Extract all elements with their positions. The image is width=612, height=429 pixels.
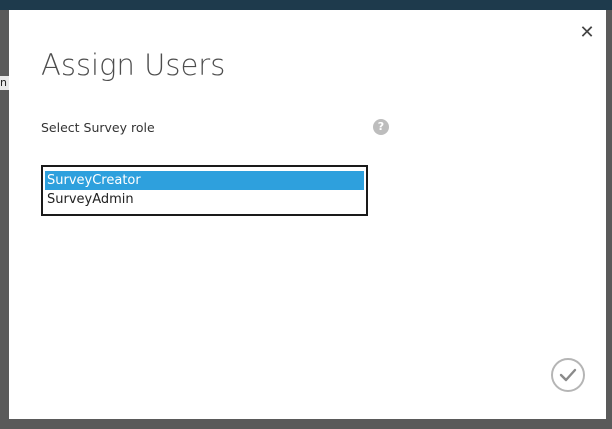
- survey-role-label: Select Survey role: [41, 120, 155, 135]
- help-icon[interactable]: ?: [373, 119, 389, 135]
- role-option-surveyadmin[interactable]: SurveyAdmin: [45, 190, 364, 209]
- dialog-title: Assign Users: [41, 48, 226, 82]
- top-bar: [0, 0, 612, 10]
- checkmark-icon: [559, 368, 577, 382]
- assign-users-dialog: ✕ Assign Users Select Survey role ? Surv…: [9, 10, 606, 419]
- role-option-surveycreator[interactable]: SurveyCreator: [45, 171, 364, 190]
- background-text-fragment: n: [0, 76, 9, 90]
- close-icon[interactable]: ✕: [577, 23, 597, 43]
- confirm-button[interactable]: [551, 358, 585, 392]
- survey-role-listbox[interactable]: SurveyCreator SurveyAdmin: [41, 165, 368, 216]
